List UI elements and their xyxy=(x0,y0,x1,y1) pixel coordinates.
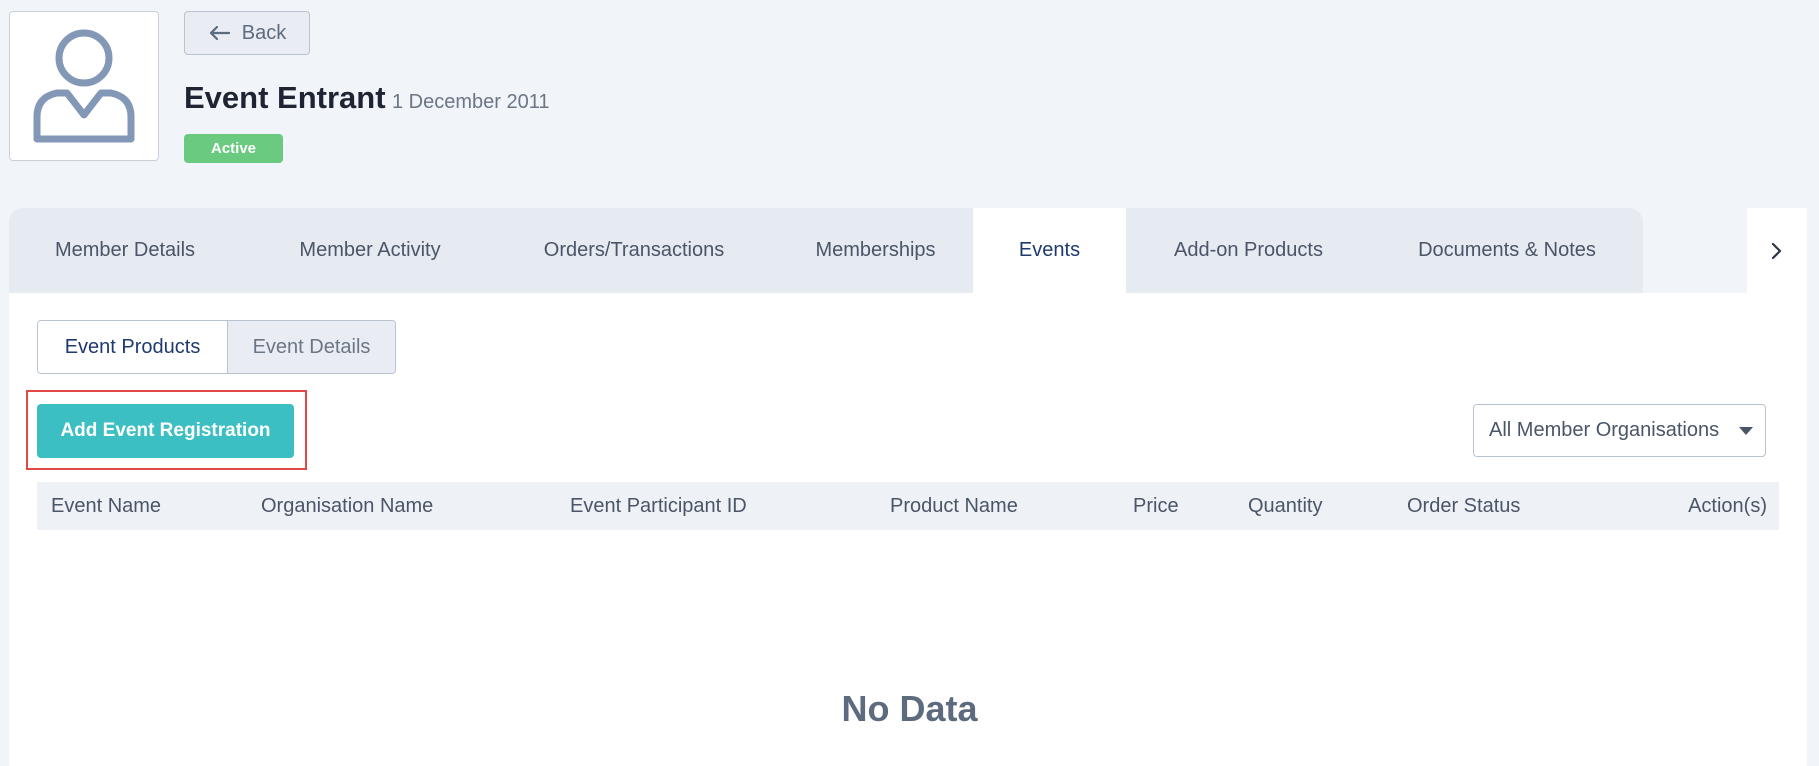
empty-state-text: No Data xyxy=(841,688,978,729)
member-name: Event Entrant xyxy=(184,80,386,115)
column-header-event-name[interactable]: Event Name xyxy=(51,482,161,530)
column-header-quantity[interactable]: Quantity xyxy=(1248,482,1322,530)
column-header-price[interactable]: Price xyxy=(1133,482,1179,530)
caret-down-icon xyxy=(1739,427,1753,435)
tab-documents-notes[interactable]: Documents & Notes xyxy=(1371,208,1643,293)
subtab-event-details[interactable]: Event Details xyxy=(228,321,395,373)
column-header-product-name[interactable]: Product Name xyxy=(890,482,1018,530)
column-header-organisation-name[interactable]: Organisation Name xyxy=(261,482,433,530)
column-header-event-participant-id[interactable]: Event Participant ID xyxy=(570,482,747,530)
add-event-registration-button[interactable]: Add Event Registration xyxy=(37,404,294,458)
back-button[interactable]: Back xyxy=(184,11,310,55)
chevron-right-icon xyxy=(1771,242,1782,259)
back-button-label: Back xyxy=(241,21,287,44)
tab-bar: Member Details Member Activity Orders/Tr… xyxy=(9,208,1643,293)
column-header-order-status[interactable]: Order Status xyxy=(1407,482,1520,530)
tab-memberships[interactable]: Memberships xyxy=(769,208,982,293)
member-date: 1 December 2011 xyxy=(392,91,550,113)
user-avatar-icon xyxy=(33,29,135,143)
tab-scroll-right-button[interactable] xyxy=(1747,208,1807,293)
tab-orders-transactions[interactable]: Orders/Transactions xyxy=(499,208,769,293)
tab-member-details[interactable]: Member Details xyxy=(9,208,241,293)
member-organisation-select[interactable]: All Member Organisations xyxy=(1473,404,1766,457)
event-subtabs: Event Products Event Details xyxy=(37,320,396,374)
subtab-event-products[interactable]: Event Products xyxy=(38,321,228,373)
status-badge: Active xyxy=(184,134,283,163)
arrow-left-icon xyxy=(209,25,230,41)
table-header: Event Name Organisation Name Event Parti… xyxy=(37,482,1779,530)
tab-member-activity[interactable]: Member Activity xyxy=(241,208,499,293)
column-header-actions: Action(s) xyxy=(1688,494,1767,517)
tab-events[interactable]: Events xyxy=(973,208,1126,293)
tab-add-on-products[interactable]: Add-on Products xyxy=(1126,208,1371,293)
member-avatar xyxy=(9,11,159,161)
member-organisation-select-value: All Member Organisations xyxy=(1489,419,1720,441)
